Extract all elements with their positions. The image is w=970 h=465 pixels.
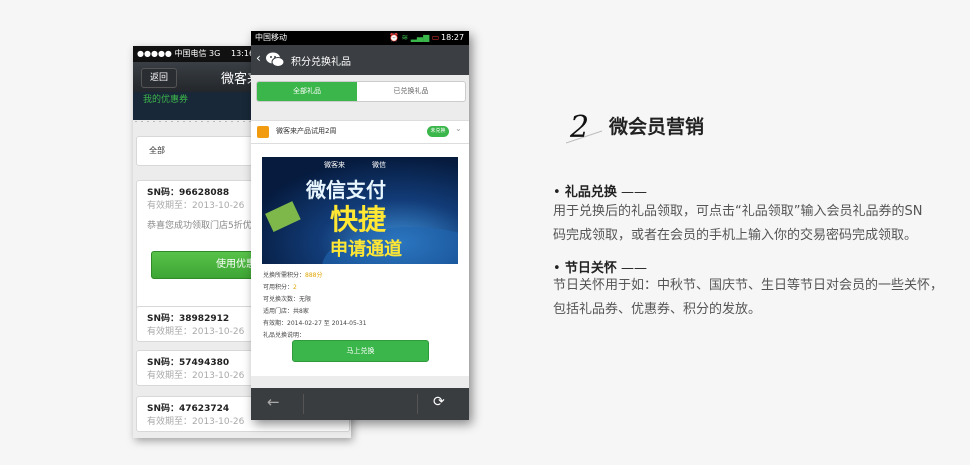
section-number: 2: [569, 110, 589, 145]
signal-icon: ▂▄▆: [410, 33, 430, 42]
status-icons: ⏰ ≋ ▂▄▆ ▭: [389, 31, 439, 45]
bottom-toolbar: ← ⟳: [251, 388, 469, 420]
detail-label: 适用门店：: [263, 308, 294, 315]
redeem-now-button[interactable]: 马上兑换: [292, 340, 429, 362]
detail-stores: 适用门店：共8家: [263, 306, 309, 315]
carrier-label: 中国移动: [255, 33, 287, 42]
detail-value: 无限: [299, 296, 312, 303]
promo-brand-right: 微信: [372, 160, 386, 169]
wechat-icon: [266, 52, 285, 67]
back-arrow-icon[interactable]: ←: [267, 393, 280, 411]
detail-label: 兑换所需积分：: [263, 272, 306, 279]
tab-all-gifts[interactable]: 全部礼品: [257, 82, 357, 101]
detail-points-required: 兑换所需积分：888分: [263, 270, 322, 279]
promo-line1: 微信支付: [305, 178, 386, 202]
description-line: 用于兑换后的礼品领取，可点击“礼品领取”输入会员礼品券的SN: [553, 204, 923, 219]
coupon-expiry: 有效期至：2013-10-26: [147, 201, 245, 211]
detail-label: 可兑换次数：: [263, 296, 300, 303]
section-title: 微会员营销: [609, 116, 705, 138]
refresh-icon[interactable]: ⟳: [433, 394, 445, 410]
coupon-sn: SN码：38982912: [147, 314, 230, 324]
coupon-sn: SN码：57494380: [147, 358, 230, 368]
detail-value: 2014-02-27 至 2014-05-31: [287, 320, 367, 327]
item-heading-text: 礼品兑换: [564, 185, 617, 200]
detail-validity: 有效期：2014-02-27 至 2014-05-31: [263, 318, 367, 327]
detail-label: 有效期：: [263, 320, 288, 327]
nav-bar: ‹ 积分兑换礼品: [251, 45, 469, 75]
alarm-icon: ⏰: [389, 33, 399, 42]
divider: [303, 394, 304, 414]
description-line: 码完成领取，或者在会员的手机上输入你的交易密码完成领取。: [553, 228, 918, 243]
coupon-sn: SN码：96628088: [147, 188, 230, 198]
coupon-expiry: 有效期至：2013-10-26: [147, 417, 245, 427]
section-number-graphic: 2: [566, 110, 603, 145]
detail-available-points: 可用积分：2: [263, 282, 297, 291]
gift-list-item[interactable]: 微客来产品试用2周 未兑换 ⌄: [251, 120, 469, 144]
coupon-sn: SN码：47623724: [147, 404, 230, 414]
description-line: 节日关怀用于如：中秋节、国庆节、生日等节日对会员的一些关怀，: [553, 278, 944, 293]
detail-label: 礼品兑换说明：: [263, 332, 306, 339]
select-value: 全部: [149, 146, 165, 155]
back-button[interactable]: 返回: [141, 68, 177, 88]
back-arrow-icon[interactable]: ‹: [256, 51, 261, 65]
gift-detail-panel: 微客来 微信 微信支付 快捷 申请通道 兑换所需积分：888分 可用积分：2 可…: [251, 144, 469, 376]
wifi-icon: ≋: [401, 33, 409, 42]
divider: [417, 394, 418, 414]
status-badge: 未兑换: [427, 126, 449, 137]
item-description: 用于兑换后的礼品领取，可点击“礼品领取”输入会员礼品券的SN 码完成领取，或者在…: [553, 200, 970, 248]
detail-value: 888分: [305, 272, 323, 279]
promo-brand-left: 微客来: [324, 160, 345, 169]
time-label: 18:27: [441, 33, 465, 42]
detail-label: 可用积分：: [263, 284, 294, 291]
tab-bar: 全部礼品 已兑换礼品: [256, 81, 466, 102]
detail-value: 2: [293, 284, 297, 291]
front-phone-screenshot: 中国移动 ⏰ ≋ ▂▄▆ ▭ 18:27 ‹ 积分兑换礼品 全部礼品 已兑换礼品…: [251, 31, 469, 420]
promo-line2: 快捷: [330, 203, 386, 236]
promo-image: 微客来 微信 微信支付 快捷 申请通道: [262, 157, 458, 264]
coupon-expiry: 有效期至：2013-10-26: [147, 327, 245, 337]
coupon-expiry: 有效期至：2013-10-26: [147, 371, 245, 381]
promo-line3: 申请通道: [330, 238, 402, 260]
item-heading-gift-redeem: • 礼品兑换 ——: [553, 185, 647, 200]
item-description: 节日关怀用于如：中秋节、国庆节、生日等节日对会员的一些关怀， 包括礼品券、优惠券…: [553, 274, 970, 322]
detail-value: 共8家: [293, 308, 309, 315]
chevron-down-icon[interactable]: ⌄: [455, 124, 462, 133]
detail-redeem-count: 可兑换次数：无限: [263, 294, 311, 303]
status-bar: 中国移动 ⏰ ≋ ▂▄▆ ▭ 18:27: [251, 31, 469, 45]
tab-redeemed-gifts[interactable]: 已兑换礼品: [357, 82, 465, 101]
gift-icon: [257, 126, 269, 138]
description-line: 包括礼品券、优惠券、积分的发放。: [553, 302, 762, 317]
nav-title: 积分兑换礼品: [291, 57, 351, 68]
gift-title: 微客来产品试用2周: [276, 127, 337, 135]
banner-title: 我的优惠券: [143, 95, 189, 105]
battery-icon: ▭: [431, 33, 440, 42]
carrier-label: ●●●●● 中国电信 3G: [137, 49, 221, 58]
detail-instructions: 礼品兑换说明：: [263, 330, 305, 339]
